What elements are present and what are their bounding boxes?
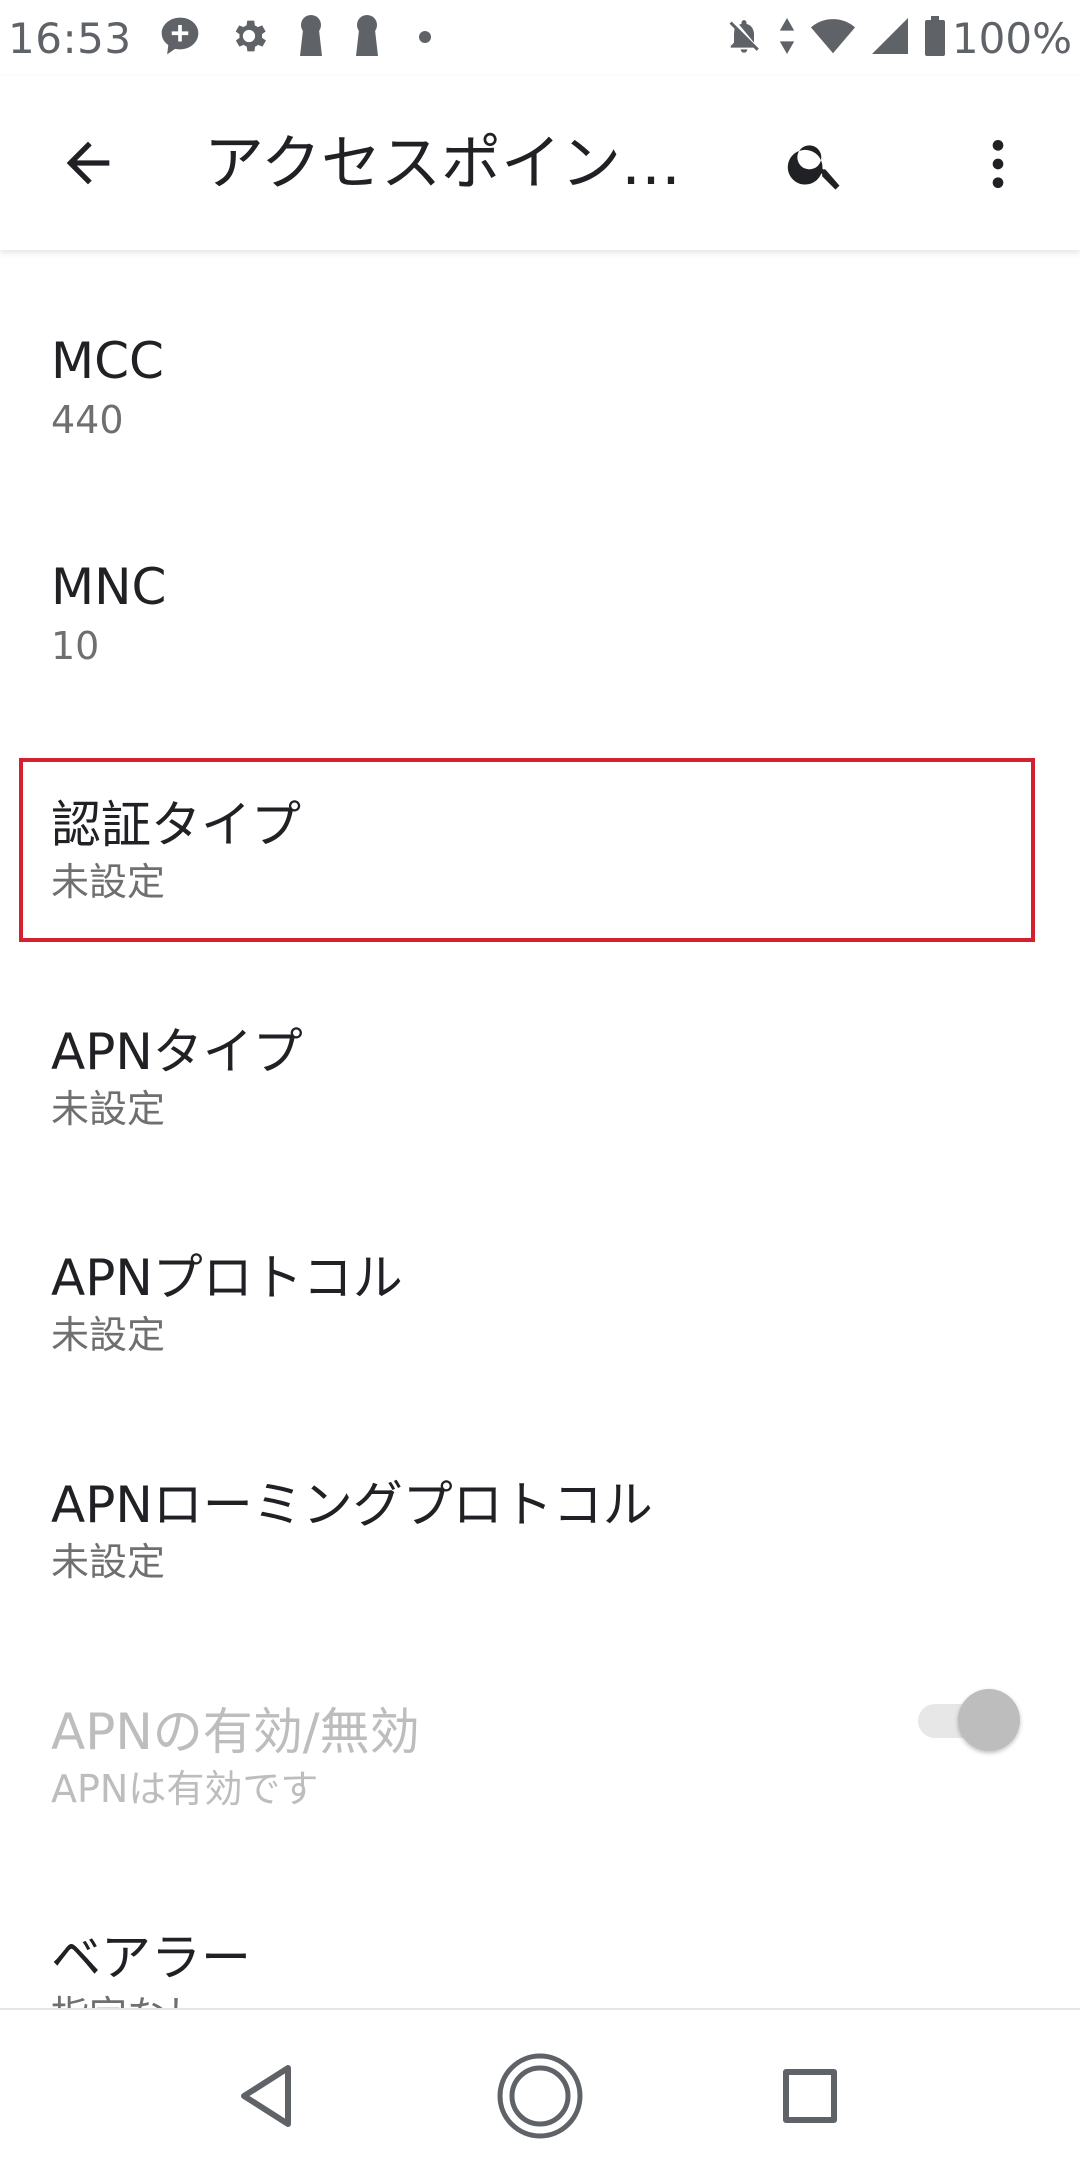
setting-title: APNの有効/無効	[51, 1703, 420, 1761]
app-bar: アクセスポイン…	[0, 76, 1080, 250]
setting-title: ベアラー	[51, 1929, 251, 1987]
setting-title: APNタイプ	[51, 1023, 303, 1081]
setting-summary: 440	[51, 398, 124, 442]
setting-item-apn-protocol[interactable]: APNプロトコル 未設定	[0, 1156, 1080, 1382]
setting-title: MNC	[51, 558, 167, 616]
setting-summary: 未設定	[51, 1313, 166, 1357]
toggle-thumb	[958, 1689, 1020, 1751]
battery-icon	[924, 16, 946, 60]
back-triangle-icon[interactable]	[218, 2048, 314, 2144]
status-time: 16:53	[8, 13, 132, 63]
setting-item-mcc[interactable]: MCC 440	[0, 250, 1080, 476]
navigation-bar	[0, 2008, 1080, 2160]
settings-list: MCC 440 MNC 10 認証タイプ 未設定 APNタイプ 未設定 APNプ…	[0, 250, 1080, 2008]
setting-summary: 未設定	[51, 1087, 166, 1131]
dot-icon	[418, 29, 432, 48]
setting-title: APNローミングプロトコル	[51, 1476, 653, 1534]
setting-summary: APNは有効です	[51, 1767, 319, 1811]
status-bar-right: 100%	[710, 14, 1072, 63]
gear-icon	[228, 15, 270, 61]
setting-title: 認証タイプ	[51, 796, 301, 854]
setting-item-apn-type[interactable]: APNタイプ 未設定	[0, 930, 1080, 1156]
back-arrow-icon[interactable]	[56, 131, 120, 195]
data-arrows-icon	[778, 16, 796, 60]
setting-item-bearer[interactable]: ベアラー 指定なし	[0, 1836, 1080, 2008]
battery-percent: 100%	[951, 13, 1072, 63]
setting-item-mnc[interactable]: MNC 10	[0, 476, 1080, 702]
setting-summary: 指定なし	[51, 1984, 203, 2008]
search-icon[interactable]	[784, 132, 848, 196]
chat-plus-icon	[158, 14, 202, 62]
setting-item-auth-type[interactable]: 認証タイプ 未設定	[0, 703, 1080, 929]
setting-summary: 未設定	[51, 1540, 166, 1584]
wifi-icon	[810, 16, 856, 60]
status-bar: 16:53 100%	[0, 0, 1080, 76]
status-bar-left: 16:53	[8, 14, 432, 63]
keyhole-icon	[296, 14, 326, 62]
setting-summary: 10	[51, 624, 100, 668]
bell-off-icon	[724, 15, 764, 61]
signal-icon	[870, 16, 910, 60]
keyhole-icon	[352, 14, 382, 62]
recents-square-icon[interactable]	[762, 2048, 858, 2144]
setting-item-apn-roaming-protocol[interactable]: APNローミングプロトコル 未設定	[0, 1383, 1080, 1609]
more-vert-icon[interactable]	[966, 132, 1030, 196]
setting-title: APNプロトコル	[51, 1249, 403, 1307]
page-title: アクセスポイン…	[204, 129, 681, 199]
apn-enable-toggle	[914, 1685, 1024, 1755]
home-circle-icon[interactable]	[492, 2048, 588, 2144]
setting-title: MCC	[51, 332, 164, 390]
setting-summary: 未設定	[51, 860, 166, 904]
